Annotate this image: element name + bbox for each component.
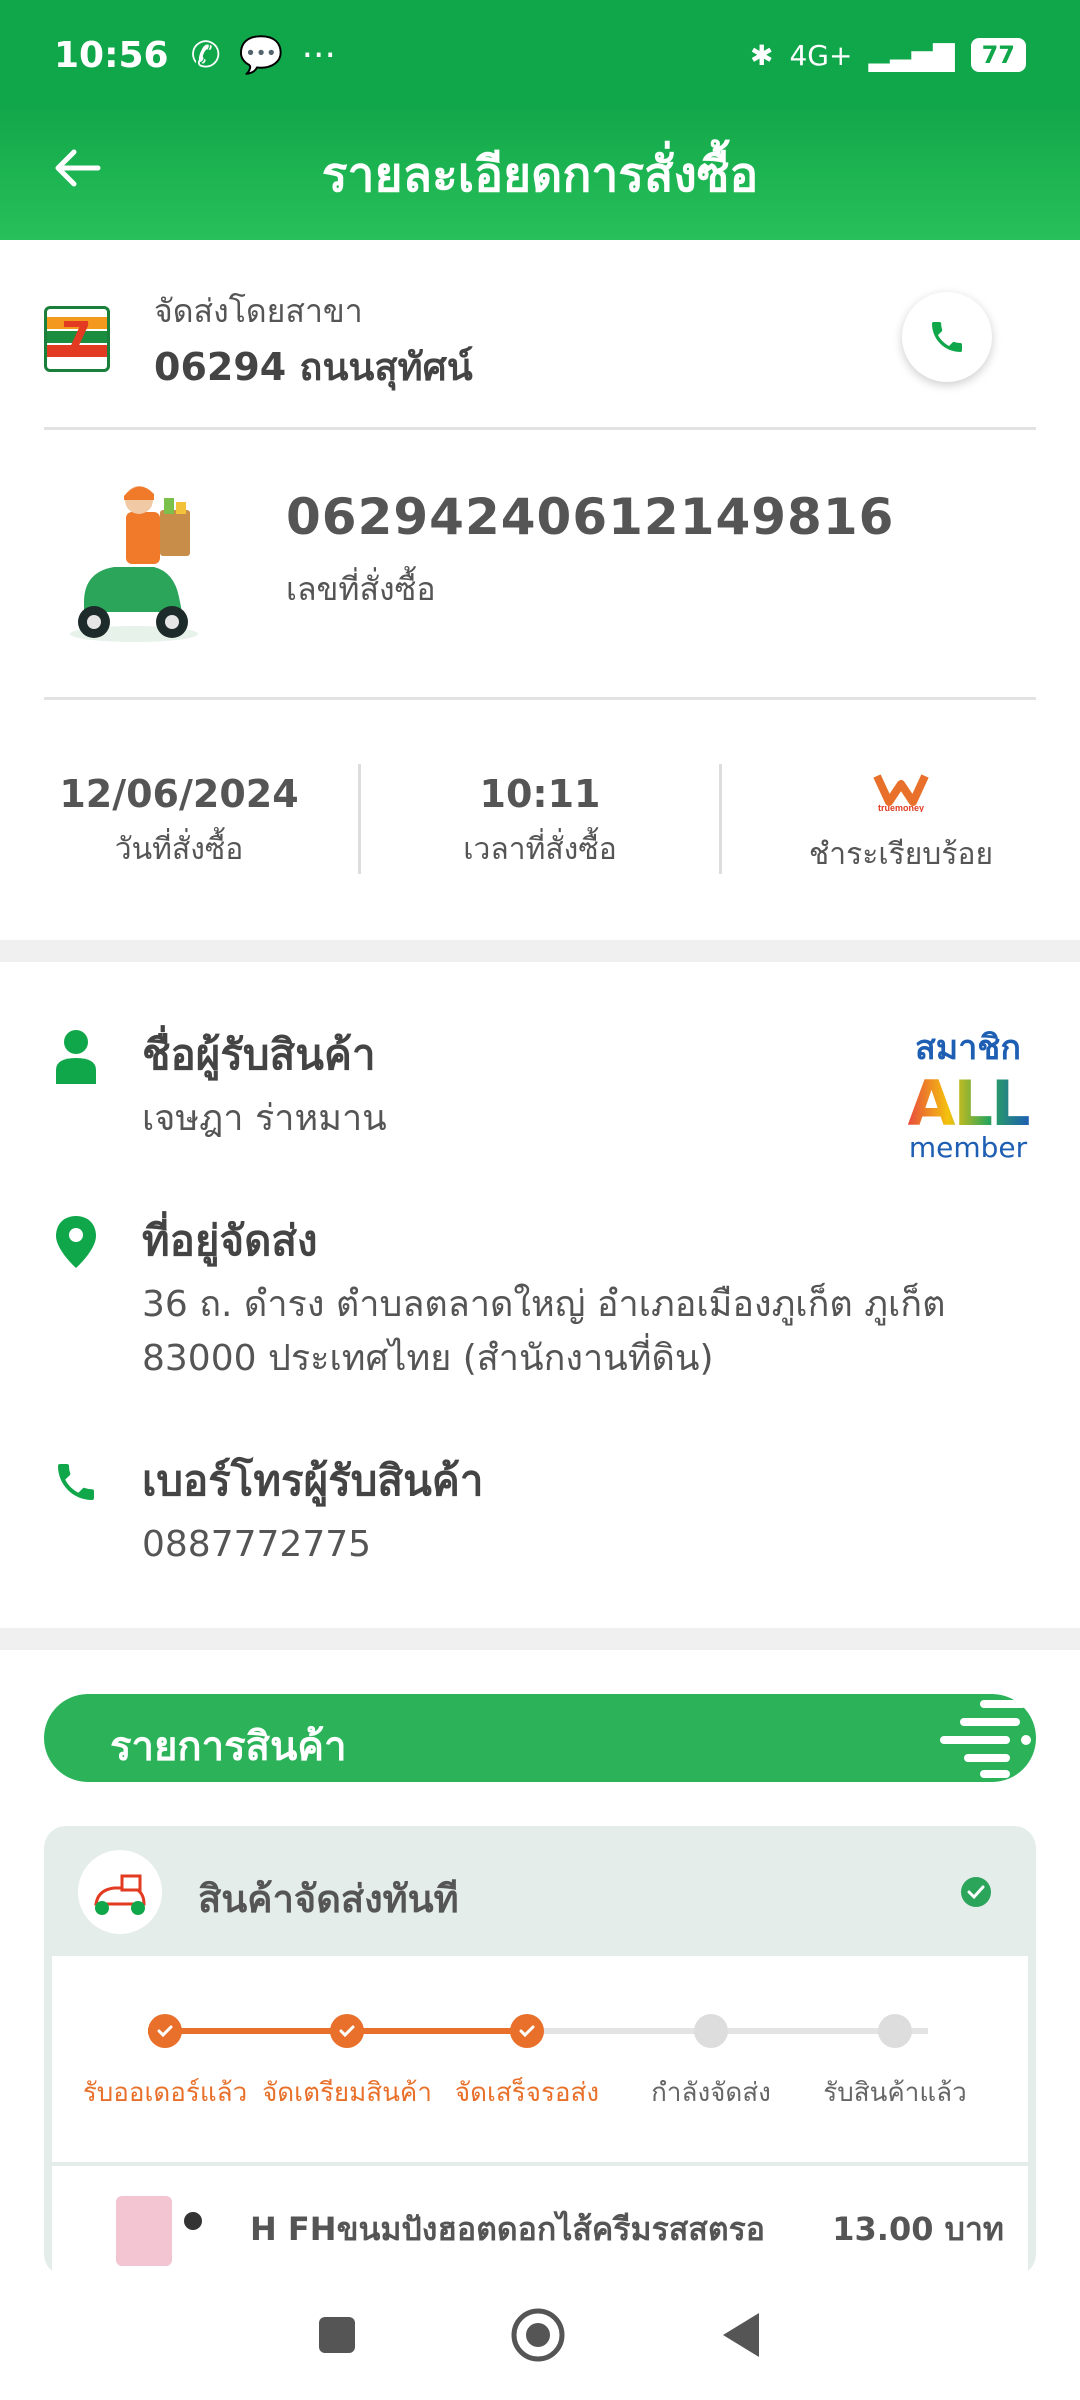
step-done-icon xyxy=(148,2014,182,2048)
product-name: H FHขนมปังฮอตดอกไส้ครีมรสสตรอ xyxy=(250,2210,765,2248)
order-time-block: 10:11 เวลาที่สั่งซื้อ xyxy=(361,764,722,874)
delivery-card-header[interactable]: สินค้าจัดส่งทันที xyxy=(44,1826,1036,1956)
progress-step-label: จัดเสร็จรอส่ง xyxy=(454,2078,600,2108)
scooter-icon xyxy=(78,1850,162,1934)
recipient-section: ชื่อผู้รับสินค้า เจษฎา ร่าหมาน สมาชิก AL… xyxy=(0,962,1080,1622)
section-divider xyxy=(0,1628,1080,1650)
address-line-2: 83000 ประเทศไทย (สำนักงานที่ดิน) xyxy=(142,1338,714,1379)
battery-icon: 77 xyxy=(970,38,1026,72)
back-button[interactable] xyxy=(719,2311,763,2359)
step-done-icon xyxy=(510,2014,544,2048)
phone-icon xyxy=(58,1464,94,1500)
progress-step-label: รับสินค้าแล้ว xyxy=(823,2078,967,2108)
order-date-block: 12/06/2024 วันที่สั่งซื้อ xyxy=(0,764,361,874)
progress-step-label: จัดเตรียมสินค้า xyxy=(262,2078,432,2108)
truemoney-logo: truemoney xyxy=(873,774,929,812)
delivery-scooter-icon xyxy=(70,486,198,642)
more-notifications-icon: ··· xyxy=(301,34,336,76)
messenger-icon: ✆ xyxy=(190,34,221,76)
address-text: 36 ถ. ดำรง ตำบลตลาดใหญ่ อำเภอเมืองภูเก็ต… xyxy=(142,1278,962,1386)
back-arrow-icon[interactable] xyxy=(48,138,108,198)
step-pending-icon xyxy=(878,2014,912,2048)
person-icon xyxy=(56,1030,96,1084)
product-thumbnail xyxy=(116,2196,172,2266)
check-circle-icon xyxy=(961,1877,991,1907)
recipient-name-heading: ชื่อผู้รับสินค้า xyxy=(142,1030,376,1079)
phone-icon xyxy=(932,322,962,352)
call-branch-button[interactable] xyxy=(902,292,992,382)
all-member-logo: ALL xyxy=(907,1067,1031,1140)
order-date-label: วันที่สั่งซื้อ xyxy=(114,832,244,867)
status-time: 10:56 xyxy=(54,34,169,76)
progress-step: รับสินค้าแล้ว xyxy=(800,2014,990,2113)
all-member-line3: member xyxy=(908,1131,1028,1164)
items-banner-title: รายการสินค้า xyxy=(110,1724,347,1770)
step-done-icon xyxy=(330,2014,364,2048)
order-time-label: เวลาที่สั่งซื้อ xyxy=(463,832,617,867)
progress-step-label: กำลังจัดส่ง xyxy=(651,2078,771,2108)
branch-label: จัดส่งโดยสาขา xyxy=(154,292,363,330)
all-member-badge: สมาชิก ALL member xyxy=(900,1020,1036,1162)
progress-step: จัดเสร็จรอส่ง xyxy=(432,2014,622,2113)
address-field: ที่อยู่จัดส่ง 36 ถ. ดำรง ตำบลตลาดใหญ่ อำ… xyxy=(0,1208,1080,1408)
branch-name: 06294 ถนนสุทัศน์ xyxy=(154,345,473,389)
chat-icon: 💬 xyxy=(238,35,284,76)
product-row[interactable]: H FHขนมปังฮอตดอกไส้ครีมรสสตรอ 13.00 บาท xyxy=(52,2166,1028,2276)
order-number: 06294240612149816 xyxy=(286,488,895,546)
app-header: รายละเอียดการสั่งซื้อ xyxy=(0,110,1080,240)
progress-step-label: รับออเดอร์แล้ว xyxy=(82,2078,248,2108)
order-progress-tracker: รับออเดอร์แล้ว จัดเตรียมสินค้า จัดเสร็จรอส… xyxy=(52,1956,1028,2162)
payment-status: ชำระเรียบร้อย xyxy=(808,837,994,872)
recipient-phone[interactable]: 0887772775 xyxy=(142,1518,962,1572)
progress-step: รับออเดอร์แล้ว xyxy=(70,2014,260,2113)
bluetooth-icon: ✱ xyxy=(750,38,774,72)
delivery-card: สินค้าจัดส่งทันที รับออเดอร์แล้ว จัดเตรีย… xyxy=(44,1826,1036,2276)
section-divider xyxy=(0,940,1080,962)
order-date: 12/06/2024 xyxy=(59,772,299,816)
product-badge-icon xyxy=(184,2212,202,2230)
system-nav-bar xyxy=(0,2270,1080,2400)
progress-step: กำลังจัดส่ง xyxy=(616,2014,806,2113)
all-member-line1: สมาชิก xyxy=(915,1028,1021,1068)
speed-lines-icon xyxy=(940,1700,1031,1778)
signal-icon: ▂▃▅▇ xyxy=(868,38,955,72)
items-banner: รายการสินค้า xyxy=(44,1694,1036,1782)
page-title: รายละเอียดการสั่งซื้อ xyxy=(321,147,759,203)
step-pending-icon xyxy=(694,2014,728,2048)
battery-level: 77 xyxy=(981,41,1015,69)
address-heading: ที่อยู่จัดส่ง xyxy=(142,1216,318,1265)
recipient-phone-field: เบอร์โทรผู้รับสินค้า 0887772775 xyxy=(0,1448,1080,1578)
progress-step: จัดเตรียมสินค้า xyxy=(252,2014,442,2113)
phone-heading: เบอร์โทรผู้รับสินค้า xyxy=(142,1456,484,1505)
delivery-card-title: สินค้าจัดส่งทันที xyxy=(198,1877,459,1921)
recent-apps-button[interactable] xyxy=(317,2315,357,2355)
status-bar: 10:56 ✆ 💬 ··· ✱ 4G+ ▂▃▅▇ 77 xyxy=(0,0,1080,110)
svg-text:truemoney: truemoney xyxy=(878,803,924,812)
order-meta: 12/06/2024 วันที่สั่งซื้อ 10:11 เวลาที่ส… xyxy=(0,700,1080,940)
notification-icons: ✆ 💬 ··· xyxy=(190,34,336,77)
address-line-1: 36 ถ. ดำรง ตำบลตลาดใหญ่ อำเภอเมืองภูเก็ต… xyxy=(142,1284,946,1325)
product-price: 13.00 บาท xyxy=(832,2210,1004,2248)
home-button[interactable] xyxy=(510,2307,566,2363)
order-number-label: เลขที่สั่งซื้อ xyxy=(286,570,436,608)
order-number-section: 06294240612149816 เลขที่สั่งซื้อ xyxy=(44,432,1036,700)
order-time: 10:11 xyxy=(479,772,601,816)
payment-block: truemoney ชำระเรียบร้อย xyxy=(722,764,1080,874)
recipient-name: เจษฎา ร่าหมาน xyxy=(142,1098,387,1139)
branch-section: 7 จัดส่งโดยสาขา 06294 ถนนสุทัศน์ xyxy=(44,240,1036,430)
seven-eleven-logo: 7 xyxy=(44,306,110,372)
network-label: 4G+ xyxy=(789,38,853,72)
location-pin-icon xyxy=(56,1216,96,1268)
